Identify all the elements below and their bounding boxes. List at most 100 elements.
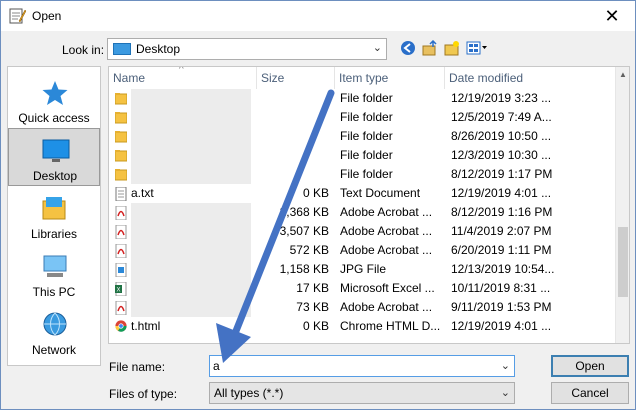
place-label: This PC [32,285,76,299]
file-type-label: Files of type: [109,387,178,401]
svg-text:X: X [117,288,121,294]
back-arrow-icon [401,41,415,55]
file-name-field[interactable]: ⌄ [209,355,515,377]
file-row[interactable]: 572 KB Adobe Acrobat ... 6/20/2019 1:11 PM [109,241,617,260]
file-date: 12/5/2019 7:49 A... [451,110,552,124]
place-label: Quick access [18,111,90,125]
file-date: 6/20/2019 1:11 PM [451,243,552,257]
file-name [131,203,256,222]
close-button[interactable]: ✕ [589,1,635,31]
file-date: 12/19/2019 3:23 ... [451,91,552,105]
file-row[interactable]: X 17 KB Microsoft Excel ... 10/11/2019 8:31… [109,279,617,298]
file-size: 2,368 KB [279,205,329,219]
file-name [131,298,256,317]
file-name [131,222,256,241]
star-icon [42,81,68,105]
file-row[interactable]: File folder 8/26/2019 10:50 ... [109,127,617,146]
toolbar [399,39,489,57]
file-row[interactable]: 1,158 KB JPG File 12/13/2019 10:54... [109,260,617,279]
place-label: Desktop [32,169,78,183]
pdf-icon [115,300,127,316]
place-quick-access[interactable]: Quick access [8,71,100,129]
file-row[interactable]: File folder 8/12/2019 1:17 PM [109,165,617,184]
file-name [131,127,256,146]
file-row[interactable]: a.txt 0 KB Text Document 12/19/2019 4:01 ..… [109,184,617,203]
file-name-input[interactable] [213,357,493,375]
file-type: Adobe Acrobat ... [340,243,433,257]
file-row[interactable]: File folder 12/5/2019 7:49 A... [109,108,617,127]
file-name [131,146,256,165]
libraries-icon [42,197,66,220]
file-row[interactable]: 3,507 KB Adobe Acrobat ... 11/4/2019 2:07 … [109,222,617,241]
vertical-scrollbar[interactable]: ▲ [615,67,629,343]
scrollbar-thumb[interactable] [618,227,628,297]
file-type: JPG File [340,262,387,276]
place-desktop[interactable]: Desktop [8,128,100,186]
back-button[interactable] [399,39,417,57]
chrome-icon [115,320,127,334]
desktop-folder-icon [113,43,131,55]
folder-icon [114,149,128,163]
file-row[interactable]: 2,368 KB Adobe Acrobat ... 8/12/2019 1:16 … [109,203,617,222]
view-menu-button[interactable] [465,39,489,57]
folder-icon [114,168,128,182]
folder-icon [114,92,128,106]
folder-icon [114,111,128,125]
file-size [259,89,329,108]
file-size: 572 KB [289,243,329,257]
desktop-icon [42,139,70,162]
chevron-down-icon[interactable]: ⌄ [501,359,510,372]
place-network[interactable]: Network [8,303,100,361]
file-size: 0 KB [302,319,329,333]
new-folder-button[interactable] [443,39,461,57]
file-type-select[interactable]: All types (*.*) ⌄ [209,382,515,404]
file-name-label: File name: [109,360,166,374]
sort-chevron-icon: ^ [179,66,184,75]
file-date: 12/19/2019 4:01 ... [451,186,552,200]
place-label: Libraries [30,227,78,241]
file-row[interactable]: File folder 12/3/2019 10:30 ... [109,146,617,165]
cancel-button[interactable]: Cancel [551,382,629,404]
up-folder-button[interactable] [421,39,439,57]
file-type: Microsoft Excel ... [340,281,435,295]
file-date: 12/3/2019 10:30 ... [451,148,552,162]
file-type: Adobe Acrobat ... [340,224,433,238]
file-type: File folder [340,167,393,181]
file-row[interactable]: t.html 0 KB Chrome HTML D... 12/19/2019 4:0… [109,317,617,336]
column-header-type[interactable]: Item type [335,67,445,89]
file-size [259,146,329,165]
file-size: 1,158 KB [279,262,329,276]
file-type: File folder [340,110,393,124]
look-in-select[interactable]: Desktop ⌄ [107,38,387,60]
file-type: File folder [340,148,393,162]
file-size: 73 KB [296,300,329,314]
close-icon: ✕ [604,5,620,26]
places-bar: Quick access Desktop Libraries This PC N… [7,66,101,366]
file-date: 8/12/2019 1:17 PM [451,167,553,181]
text-file-icon [115,186,127,202]
file-name [131,279,256,298]
file-date: 9/11/2019 1:53 PM [451,300,552,314]
chevron-down-icon: ⌄ [500,387,510,399]
column-header-size[interactable]: Size [257,67,335,89]
file-row[interactable]: 73 KB Adobe Acrobat ... 9/11/2019 1:53 PM [109,298,617,317]
file-date: 11/4/2019 2:07 PM [451,224,552,238]
file-type: Adobe Acrobat ... [340,205,433,219]
file-name [131,241,256,260]
place-this-pc[interactable]: This PC [8,245,100,303]
place-libraries[interactable]: Libraries [8,187,100,245]
scroll-up-icon[interactable]: ▲ [619,70,627,79]
open-button[interactable]: Open [551,355,629,377]
file-name [131,260,256,279]
file-list[interactable]: Name ^ Size Item type Date modified File… [108,66,630,344]
column-header-date[interactable]: Date modified [445,67,565,89]
up-folder-icon [422,40,437,56]
file-size [259,127,329,146]
file-type: Chrome HTML D... [340,319,441,333]
file-date: 10/11/2019 8:31 ... [451,281,551,295]
place-label: Network [31,343,76,357]
file-name [131,89,256,108]
look-in-label: Look in: [62,43,105,57]
file-name [131,165,256,184]
file-row[interactable]: File folder 12/19/2019 3:23 ... [109,89,617,108]
